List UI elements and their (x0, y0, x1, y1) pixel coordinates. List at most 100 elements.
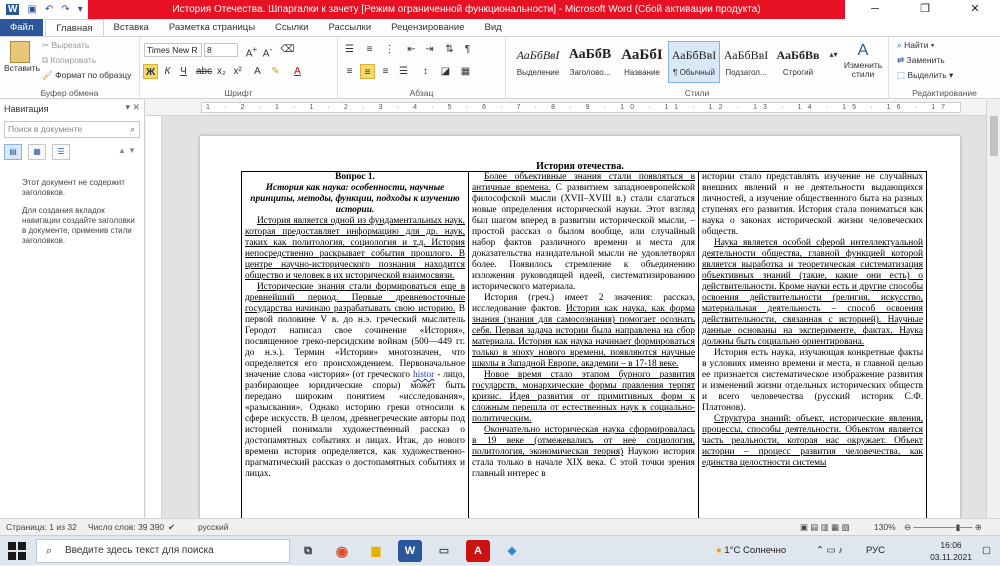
input-language[interactable]: РУС (866, 536, 885, 566)
word-taskbar-icon[interactable]: W (398, 540, 422, 562)
search-icon: ⌕ (46, 545, 53, 557)
file-explorer-icon[interactable]: ▆ (364, 540, 388, 562)
underline-icon[interactable]: Ч (176, 64, 191, 79)
acrobat-icon[interactable]: A (466, 540, 490, 562)
show-marks-icon[interactable]: ¶ (460, 42, 475, 57)
format-painter-button[interactable]: 🖌 Формат по образцу (42, 70, 131, 81)
undo-icon[interactable]: ↶ (45, 4, 53, 15)
select-button[interactable]: ⬚ Выделить ▾ (897, 70, 953, 81)
superscript-icon[interactable]: x² (230, 64, 245, 79)
style-heading[interactable]: АаБбВ Заголово... (564, 41, 616, 83)
page-count[interactable]: Страница: 1 из 32 (6, 519, 77, 536)
horizontal-ruler[interactable]: 1 · 2 · 1 · 1 · 2 · 3 · 4 · 5 · 6 · 7 · … (146, 100, 986, 116)
align-right-icon[interactable]: ≡ (378, 64, 393, 79)
zoom-slider[interactable]: ⊖ ───────▮── ⊕ (904, 519, 982, 536)
style-normal[interactable]: АаБбВвI ¶ Обычный (668, 41, 720, 83)
navigation-pane: Навигация ▾ ✕ Поиск в документе ⌕ ▤ ▦ ☰ ▲… (0, 100, 145, 518)
search-icon[interactable]: ⌕ (130, 122, 135, 137)
align-center-icon[interactable]: ≡ (360, 64, 375, 79)
highlight-icon[interactable]: ✎ (268, 64, 283, 79)
close-icon[interactable]: ▾ ✕ (125, 102, 140, 113)
tab-home[interactable]: Главная (45, 19, 104, 36)
line-spacing-icon[interactable]: ↕ (418, 64, 433, 79)
document-columns: Вопрос 1. История как наука: особенности… (241, 171, 927, 518)
cut-button[interactable]: ✂ Вырезать (42, 40, 89, 51)
view-modes-icon[interactable]: ▣ ▤ ▥ ▦ ▧ (800, 519, 850, 536)
language-indicator[interactable]: русский (198, 519, 229, 536)
style-title[interactable]: АаБбI Название (616, 41, 668, 83)
nav-hint-message: Для создания вкладок навигации создайте … (22, 206, 135, 245)
multilevel-list-icon[interactable]: ⋮ (382, 42, 397, 57)
scroll-thumb[interactable] (990, 116, 998, 156)
clear-format-icon[interactable]: ⌫ (280, 42, 295, 57)
nav-arrows-icon[interactable]: ▲ ▼ (118, 146, 136, 155)
close-button[interactable]: ✕ (950, 0, 1000, 19)
tab-references[interactable]: Ссылки (265, 19, 318, 36)
column-3[interactable]: истории стало представлять изучение не с… (699, 172, 927, 518)
document-area[interactable]: История отечества. Вопрос 1. История как… (162, 116, 986, 518)
strikethrough-icon[interactable]: abc (196, 64, 212, 79)
save-icon[interactable]: ▣ (27, 4, 36, 15)
redo-icon[interactable]: ↷ (61, 4, 69, 15)
weather-widget[interactable]: ● 1°С Солнечно (716, 536, 786, 566)
column-1[interactable]: Вопрос 1. История как наука: особенности… (241, 172, 469, 518)
shading-icon[interactable]: ◪ (438, 64, 453, 79)
chrome-icon[interactable]: ◉ (330, 540, 354, 562)
style-emphasis[interactable]: АаБбВвI Выделение (512, 41, 564, 83)
tab-page-layout[interactable]: Разметка страницы (159, 19, 265, 36)
text-effects-icon[interactable]: A (250, 64, 265, 79)
maximize-button[interactable]: ❐ (900, 0, 950, 19)
tab-view[interactable]: Вид (474, 19, 511, 36)
numbering-icon[interactable]: ≡ (362, 42, 377, 57)
vertical-ruler[interactable] (146, 116, 162, 518)
styles-scroll-icon[interactable]: ▴▾ (826, 47, 841, 62)
justify-icon[interactable]: ☰ (396, 64, 411, 79)
font-color-icon[interactable]: A (290, 64, 305, 79)
find-button[interactable]: ⌕ Найти ▾ (897, 40, 934, 51)
bullets-icon[interactable]: ☰ (342, 42, 357, 57)
windows-start-icon[interactable] (8, 542, 26, 560)
increase-indent-icon[interactable]: ⇥ (422, 42, 437, 57)
tab-insert[interactable]: Вставка (104, 19, 159, 36)
clock[interactable]: 16:06 03.11.2021 (930, 539, 972, 563)
task-view-icon[interactable]: ⧉ (296, 540, 320, 562)
style-strong[interactable]: АаБбВв Строгий (772, 41, 824, 83)
align-left-icon[interactable]: ≡ (342, 64, 357, 79)
tab-mailings[interactable]: Рассылки (318, 19, 381, 36)
notifications-icon[interactable]: ▢ (982, 536, 991, 566)
folder-icon[interactable]: ▭ (432, 540, 456, 562)
tab-file[interactable]: Файл (0, 19, 44, 36)
style-subtitle[interactable]: АаБбВвI Подзагол... (720, 41, 772, 83)
vertical-scrollbar[interactable] (986, 100, 1000, 518)
font-name-box[interactable]: Times New R (144, 43, 202, 57)
italic-icon[interactable]: К (160, 64, 175, 79)
customize-chevron-icon[interactable]: ▾ (78, 4, 83, 15)
borders-icon[interactable]: ▦ (458, 64, 473, 79)
subscript-icon[interactable]: x₂ (214, 64, 229, 79)
taskbar-search-input[interactable]: ⌕ Введите здесь текст для поиска (36, 539, 290, 563)
pages-tab-icon[interactable]: ▦ (28, 144, 46, 160)
replace-button[interactable]: ⇄ Заменить (897, 55, 945, 66)
change-styles-button[interactable]: A Изменить стили (840, 41, 886, 79)
font-size-box[interactable]: 8 (204, 43, 238, 57)
paragraph-group-label: Абзац (409, 88, 434, 98)
headings-tab-icon[interactable]: ▤ (4, 144, 22, 160)
decrease-indent-icon[interactable]: ⇤ (404, 42, 419, 57)
copy-button[interactable]: ⧉ Копировать (42, 55, 96, 66)
grow-font-icon[interactable]: A+ (244, 42, 259, 59)
sort-icon[interactable]: ⇅ (442, 42, 457, 57)
shrink-font-icon[interactable]: A- (260, 42, 275, 59)
document-page[interactable]: История отечества. Вопрос 1. История как… (200, 136, 960, 518)
minimize-button[interactable]: ─ (850, 0, 900, 19)
nav-search-input[interactable]: Поиск в документе ⌕ (4, 121, 140, 138)
tab-review[interactable]: Рецензирование (381, 19, 474, 36)
app-icon[interactable]: ◆ (500, 540, 524, 562)
tray-icons[interactable]: ⌃ ▭ ♪ (816, 536, 843, 566)
proofing-icon[interactable]: ✔ (168, 519, 175, 536)
paste-button[interactable]: Вставить (4, 41, 40, 73)
bold-icon[interactable]: Ж (143, 64, 158, 79)
column-2[interactable]: Более объективные знания стали появлятьс… (469, 172, 699, 518)
word-count[interactable]: Число слов: 39 390 (88, 519, 164, 536)
results-tab-icon[interactable]: ☰ (52, 144, 70, 160)
zoom-level[interactable]: 130% (874, 519, 896, 536)
